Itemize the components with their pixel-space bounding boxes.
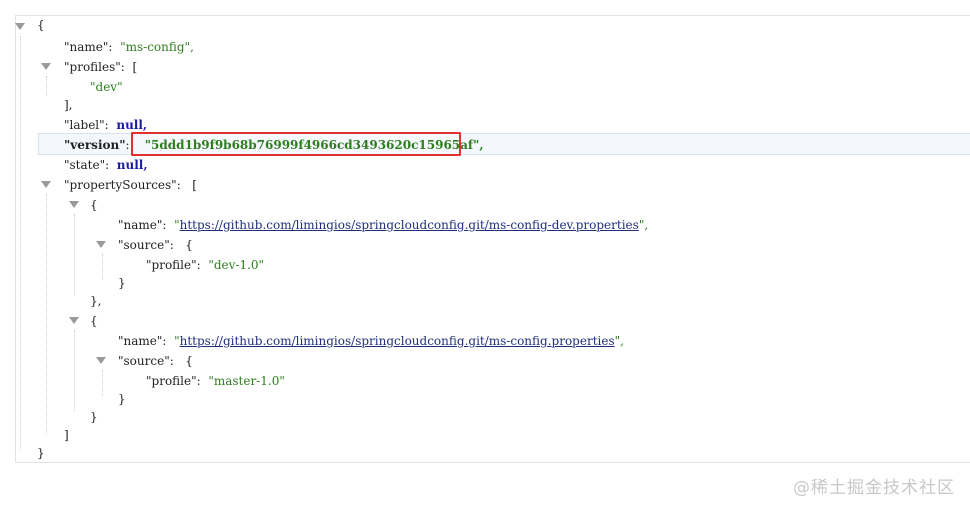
json-key: "name" bbox=[118, 218, 163, 232]
collapse-toggle-icon[interactable] bbox=[96, 241, 106, 248]
json-object-open: { bbox=[90, 314, 98, 328]
indent-guide bbox=[46, 76, 47, 96]
json-string-value: "master-1.0" bbox=[208, 374, 285, 388]
json-null-value: null, bbox=[116, 118, 148, 132]
collapse-toggle-icon[interactable] bbox=[41, 181, 51, 188]
json-line-profile: "profile": "dev-1.0" bbox=[146, 258, 265, 272]
json-object-close: } bbox=[118, 276, 126, 290]
collapse-toggle-icon[interactable] bbox=[96, 357, 106, 364]
json-key: "source" bbox=[118, 354, 170, 368]
json-key: "label" bbox=[64, 118, 105, 132]
indent-guide bbox=[20, 36, 21, 450]
json-object-close: } bbox=[90, 410, 98, 424]
collapse-toggle-icon[interactable] bbox=[69, 201, 79, 208]
indent-guide bbox=[102, 370, 103, 396]
indent-guide bbox=[74, 214, 75, 296]
json-line-profiles: "profiles": [ bbox=[64, 60, 138, 74]
json-key: "state" bbox=[64, 158, 106, 172]
json-string-value: "dev" bbox=[90, 80, 123, 94]
json-line-state: "state": null, bbox=[64, 158, 148, 172]
source-url-link[interactable]: https://github.com/limingios/springcloud… bbox=[180, 218, 639, 232]
json-line-source-name: "name": "https://github.com/limingios/sp… bbox=[118, 334, 624, 348]
json-close-brace: } bbox=[37, 446, 45, 460]
json-string-value: "dev-1.0" bbox=[208, 258, 265, 272]
json-key: "version" bbox=[64, 138, 126, 152]
json-array-close: ], bbox=[64, 98, 73, 112]
json-key: "profiles" bbox=[64, 60, 121, 74]
collapse-toggle-icon[interactable] bbox=[15, 23, 25, 30]
json-line-property-sources: "propertySources": [ bbox=[64, 178, 197, 192]
json-key: "propertySources" bbox=[64, 178, 177, 192]
indent-guide bbox=[102, 254, 103, 280]
json-object-close: }, bbox=[90, 294, 102, 308]
source-url-link[interactable]: https://github.com/limingios/springcloud… bbox=[180, 334, 615, 348]
json-null-value: null, bbox=[116, 158, 148, 172]
json-key: "name" bbox=[64, 40, 109, 54]
json-key: "name" bbox=[118, 334, 163, 348]
json-key: "source" bbox=[118, 238, 170, 252]
json-line-source-name: "name": "https://github.com/limingios/sp… bbox=[118, 218, 649, 232]
watermark: @稀土掘金技术社区 bbox=[793, 478, 955, 498]
indent-guide bbox=[46, 194, 47, 434]
collapse-toggle-icon[interactable] bbox=[41, 63, 51, 70]
collapse-toggle-icon[interactable] bbox=[69, 317, 79, 324]
json-line-source: "source": { bbox=[118, 354, 193, 368]
json-string-value: "ms-config", bbox=[120, 40, 194, 54]
json-line-name: "name": "ms-config", bbox=[64, 40, 194, 54]
json-line-source: "source": { bbox=[118, 238, 193, 252]
json-array-close: ] bbox=[64, 428, 69, 442]
version-highlight-box bbox=[131, 132, 461, 156]
json-key: "profile" bbox=[146, 374, 197, 388]
json-array-item: "dev" bbox=[90, 78, 123, 96]
json-object-open: { bbox=[90, 198, 98, 212]
json-object-close: } bbox=[118, 392, 126, 406]
json-line-profile: "profile": "master-1.0" bbox=[146, 374, 285, 388]
indent-guide bbox=[74, 330, 75, 412]
json-open-brace: { bbox=[37, 18, 45, 32]
json-key: "profile" bbox=[146, 258, 197, 272]
